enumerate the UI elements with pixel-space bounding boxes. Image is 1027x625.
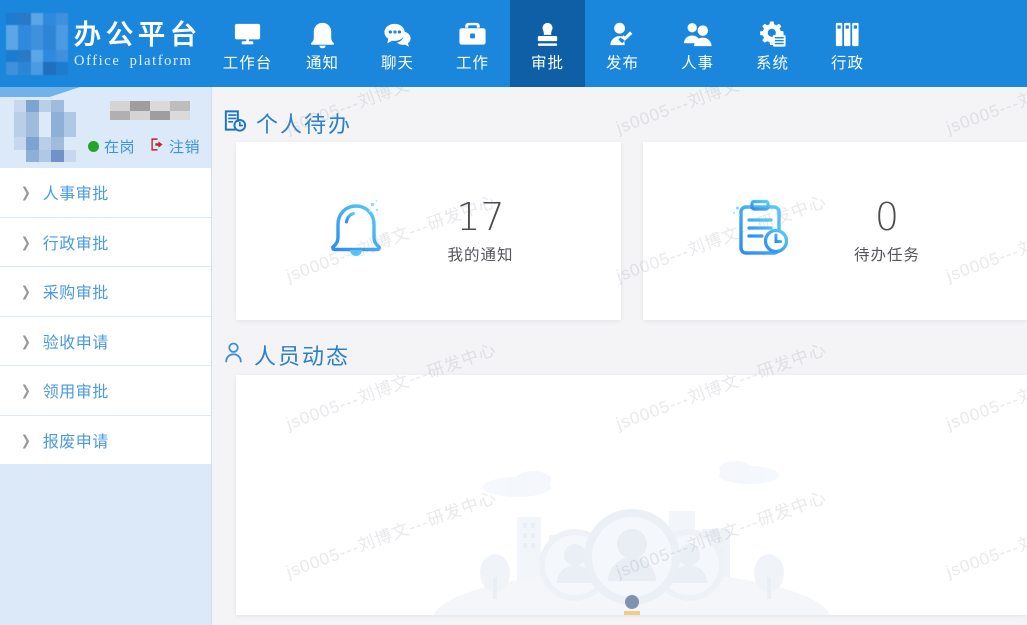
person-outline-icon: [222, 341, 245, 369]
nav-item-label: 工作: [455, 54, 489, 72]
sidebar-menu-item-4[interactable]: ❯ 验收申请: [0, 316, 212, 366]
top-navigation-bar: 办公平台 Office platform 工作台 通知 聊天 工作 审批 发布 人事 系统 行政: [0, 0, 1027, 87]
sidebar-menu-item-6[interactable]: ❯ 报废申请: [0, 415, 212, 465]
card-figures: 0 待办任务: [828, 197, 946, 265]
brand-subtitle: Office platform: [74, 53, 193, 69]
sidebar-menu-item-2[interactable]: ❯ 行政审批: [0, 217, 212, 267]
sidebar-menu: ❯ 人事审批 ❯ 行政审批 ❯ 采购审批 ❯ 验收申请 ❯ 领用审批 ❯ 报废申请: [0, 168, 212, 465]
section-title: 个人待办: [256, 112, 353, 137]
nav-item-6[interactable]: 发布: [585, 0, 660, 87]
pending-task-count: 0: [874, 195, 900, 239]
stamp-icon: [532, 19, 563, 50]
section-title: 人员动态: [254, 343, 351, 369]
nav-item-label: 人事: [680, 54, 714, 72]
clipboard-clock-icon: [724, 190, 802, 273]
personnel-dynamics-panel[interactable]: [236, 375, 1027, 615]
nav-item-label: 系统: [755, 54, 789, 72]
books-icon: [832, 19, 863, 50]
gear-icon: [757, 19, 788, 50]
logout-button[interactable]: 注销: [150, 136, 200, 157]
sidebar-menu-label: 报废申请: [42, 433, 109, 451]
blurred-logo-image: [6, 12, 68, 75]
card-pending-tasks[interactable]: 0 待办任务: [642, 142, 1027, 320]
chat-icon: [382, 19, 413, 50]
nav-item-4[interactable]: 工作: [435, 0, 510, 87]
nav-item-9[interactable]: 行政: [810, 0, 885, 87]
pending-task-label: 待办任务: [853, 247, 920, 264]
main-content: 个人待办 17 我的通知 0 待办任务 人员动态: [212, 87, 1027, 625]
section-header-personal-todo: 个人待办: [212, 87, 1027, 142]
sidebar-menu-item-1[interactable]: ❯ 人事审批: [0, 168, 212, 218]
user-profile-panel: 在岗 注销: [0, 87, 212, 168]
blurred-avatar-image[interactable]: [14, 100, 76, 162]
nav-item-label: 审批: [530, 54, 564, 72]
brand-area[interactable]: 办公平台 Office platform: [0, 0, 210, 87]
nav-item-1[interactable]: 工作台: [210, 0, 285, 87]
logout-icon: [150, 137, 165, 156]
nav-item-8[interactable]: 系统: [735, 0, 810, 87]
sidebar-menu-label: 人事审批: [42, 186, 109, 204]
profile-actions: 在岗 注销: [88, 136, 204, 157]
notification-label: 我的通知: [447, 247, 514, 264]
sidebar-menu-label: 验收申请: [42, 334, 109, 352]
nav-item-label: 行政: [830, 54, 864, 72]
card-my-notifications[interactable]: 17 我的通知: [236, 142, 621, 320]
app-root: 办公平台 Office platform 工作台 通知 聊天 工作 审批 发布 人事 系统 行政…: [0, 0, 1027, 625]
logout-label: 注销: [169, 139, 201, 156]
sidebar-menu-item-5[interactable]: ❯ 领用审批: [0, 366, 212, 416]
nav-items: 工作台 通知 聊天 工作 审批 发布 人事 系统 行政: [210, 0, 885, 87]
chevron-right-icon: ❯: [20, 382, 31, 399]
users-icon: [682, 19, 713, 50]
brand-title: 办公平台: [74, 20, 202, 51]
chevron-right-icon: ❯: [20, 431, 31, 448]
status-badge[interactable]: 在岗: [104, 136, 135, 157]
todo-cards-row: 17 我的通知 0 待办任务: [212, 142, 1027, 320]
sidebar-menu-label: 领用审批: [42, 384, 109, 402]
sidebar-menu-item-3[interactable]: ❯ 采购审批: [0, 267, 212, 317]
monitor-icon: [232, 19, 263, 50]
card-figures: 17 我的通知: [421, 197, 539, 265]
notification-count: 17: [456, 195, 505, 239]
people-city-illustration: [432, 461, 831, 615]
left-sidebar: 在岗 注销 ❯ 人事审批 ❯ 行政审批 ❯ 采购审批 ❯ 验收申请 ❯ 领用审批 ❯ 报废申请: [0, 87, 212, 625]
bell-outline-icon: [317, 190, 395, 273]
nav-item-label: 工作台: [222, 54, 273, 72]
user-check-icon: [607, 19, 638, 50]
blurred-username: [110, 101, 190, 120]
nav-item-3[interactable]: 聊天: [360, 0, 435, 87]
nav-item-label: 发布: [605, 54, 639, 72]
chevron-right-icon: ❯: [20, 332, 31, 349]
nav-item-2[interactable]: 通知: [285, 0, 360, 87]
section-header-personnel-dynamics: 人员动态: [212, 320, 1027, 375]
sidebar-menu-label: 采购审批: [42, 285, 109, 303]
sidebar-divider: [211, 87, 212, 625]
briefcase-icon: [457, 19, 488, 50]
bell-icon: [307, 19, 338, 50]
profile-details: 在岗 注销: [76, 95, 204, 157]
nav-item-7[interactable]: 人事: [660, 0, 735, 87]
brand-text: 办公平台 Office platform: [74, 16, 202, 71]
nav-item-label: 聊天: [380, 54, 414, 72]
nav-item-label: 通知: [305, 54, 339, 72]
nav-item-5[interactable]: 审批: [510, 0, 585, 87]
chevron-right-icon: ❯: [20, 184, 31, 201]
green-dot-icon: [88, 141, 99, 152]
sidebar-menu-label: 行政审批: [42, 235, 109, 253]
chevron-right-icon: ❯: [20, 283, 31, 300]
document-clock-icon: [222, 108, 247, 138]
chevron-right-icon: ❯: [20, 233, 31, 250]
